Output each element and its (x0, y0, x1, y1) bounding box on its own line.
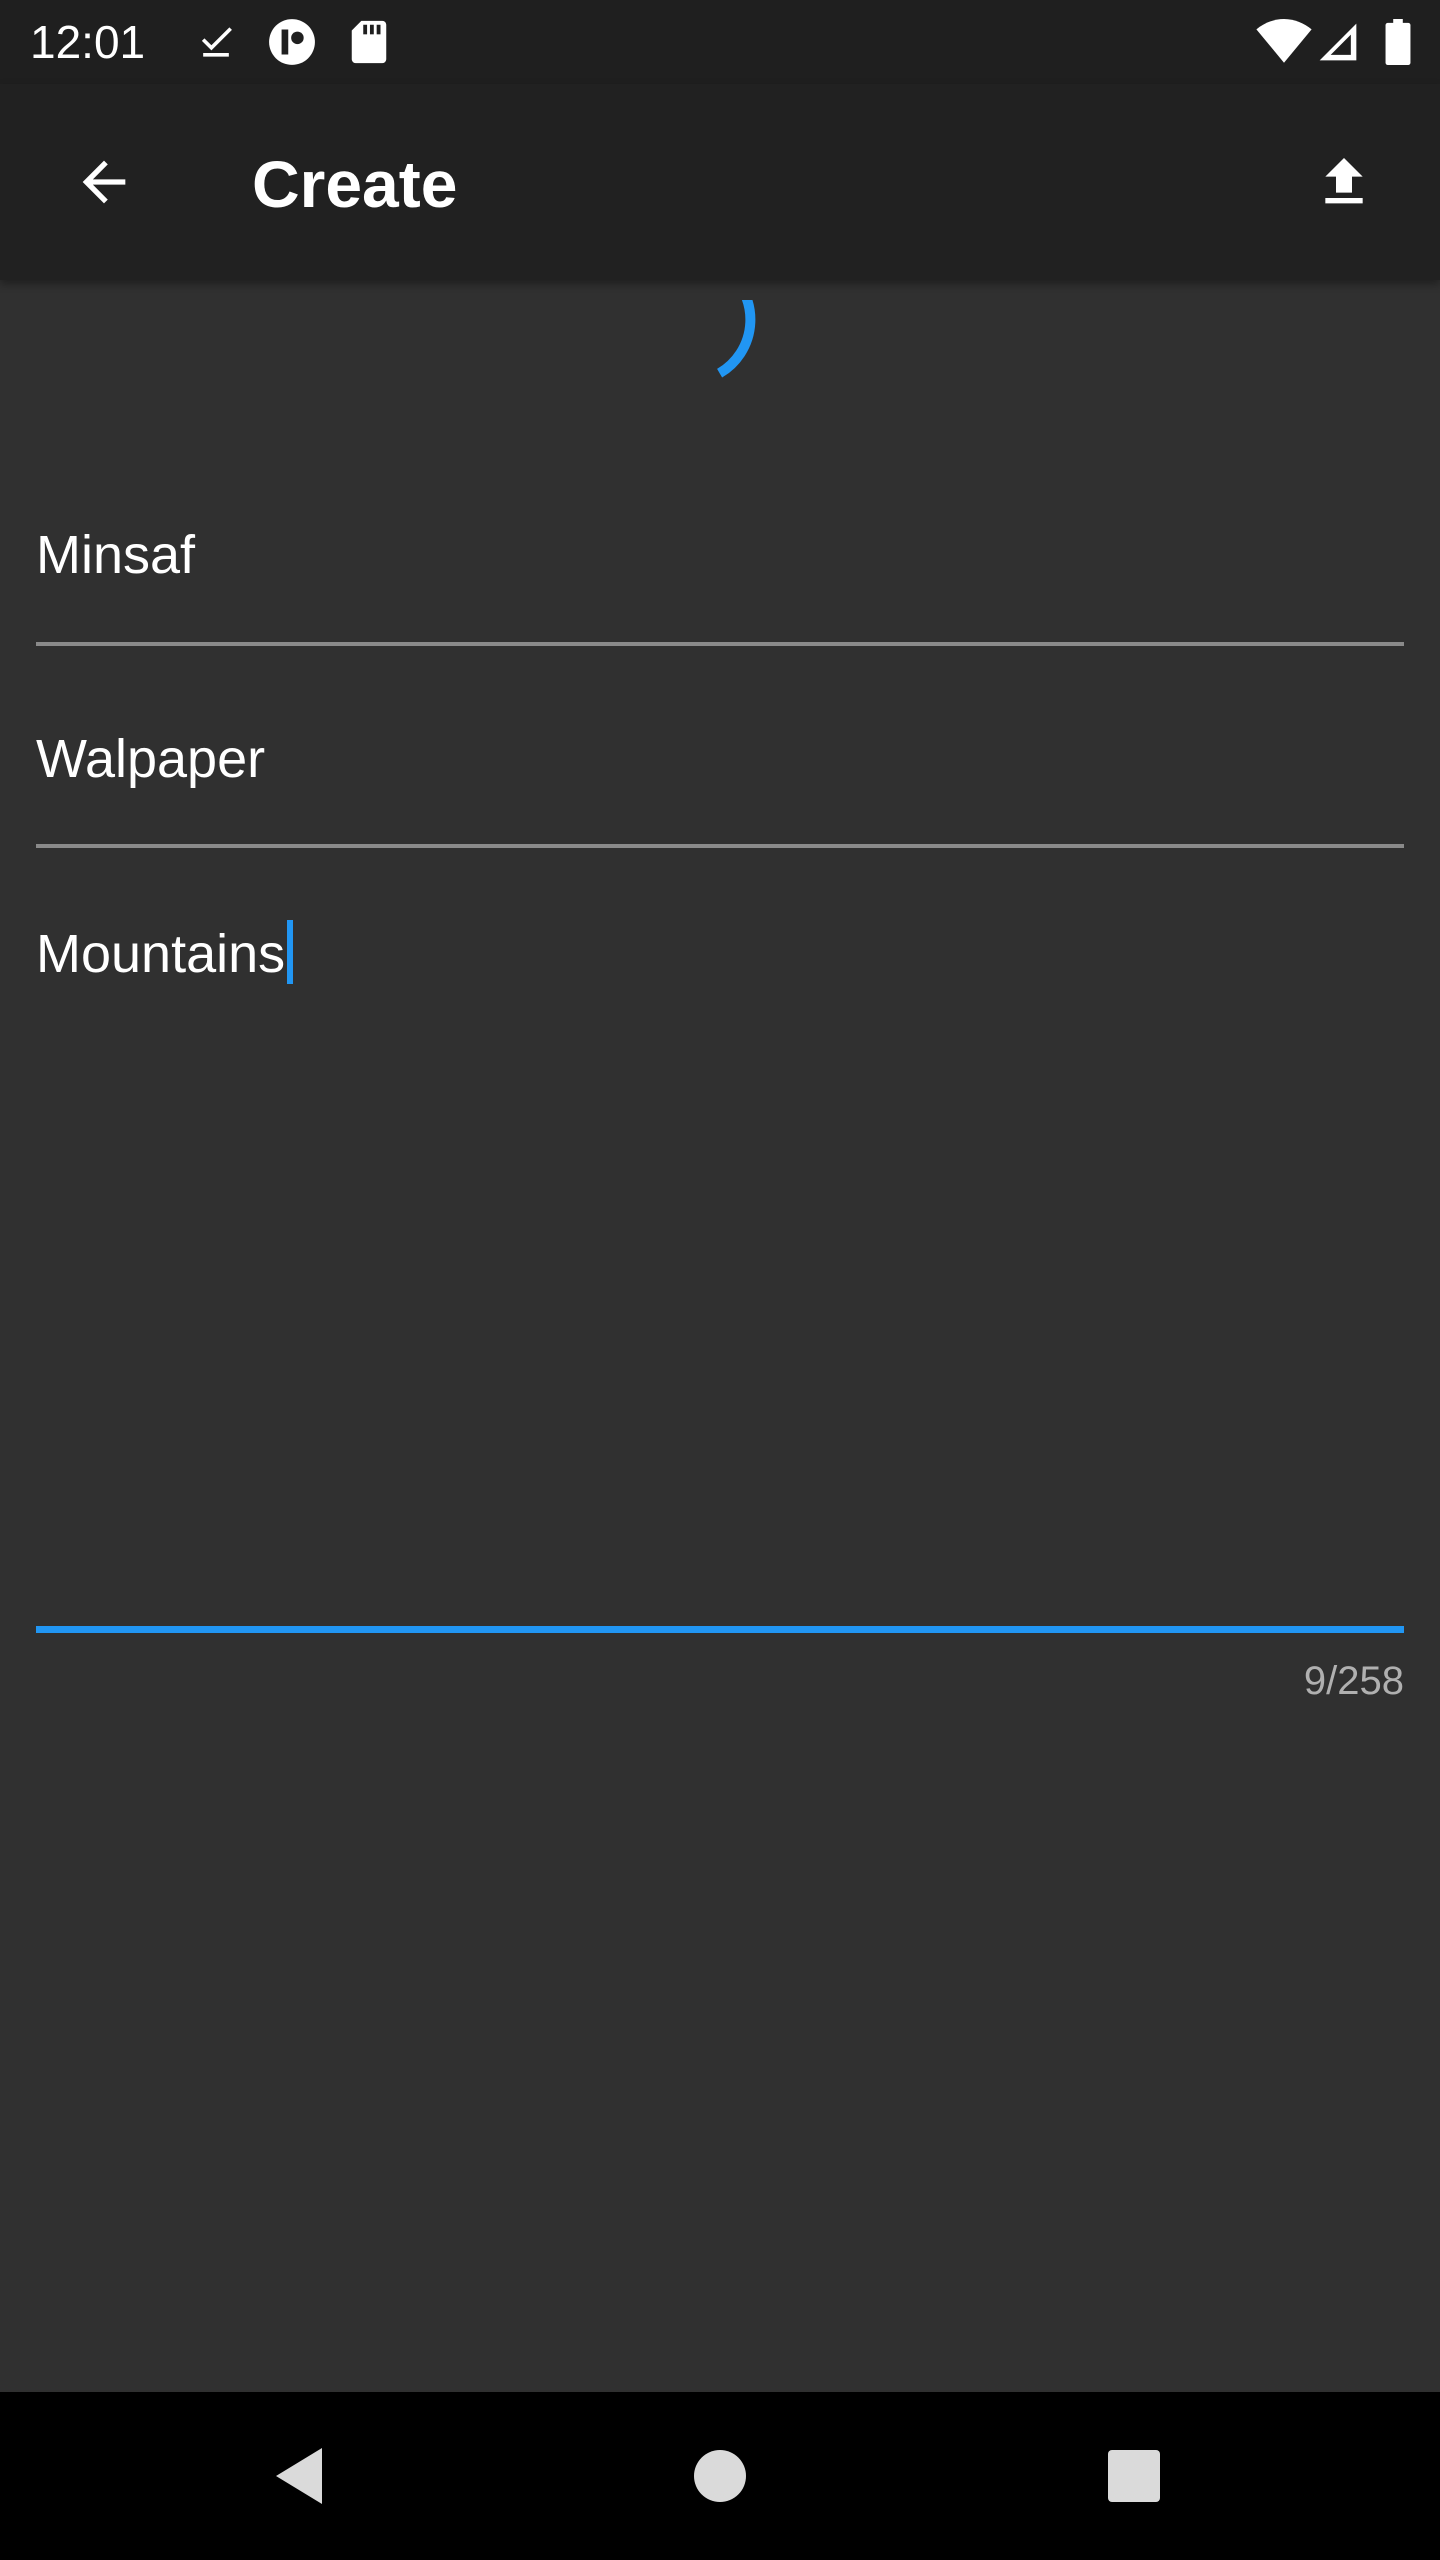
description-field-underline (36, 1626, 1404, 1633)
upload-icon (1325, 158, 1363, 204)
battery-icon (1380, 14, 1416, 70)
arrow-back-icon (82, 160, 126, 204)
status-time: 12:01 (30, 16, 146, 68)
category-field-underline (36, 844, 1404, 848)
description-field-value: Mountains (36, 924, 286, 984)
category-field[interactable]: Walpaper (36, 726, 1404, 850)
char-counter: 9/258 (1303, 1659, 1404, 1703)
nav-recents-icon (1108, 2450, 1160, 2502)
nav-recents-button[interactable] (1074, 2416, 1194, 2536)
title-field[interactable]: Minsaf (36, 522, 1404, 646)
description-field[interactable]: Mountains (36, 920, 1404, 1640)
download-done-icon (190, 14, 242, 70)
nav-back-button[interactable] (240, 2416, 360, 2536)
loading-spinner (654, 265, 794, 440)
nav-home-icon (694, 2450, 746, 2502)
nav-back-icon (276, 2448, 322, 2504)
title-field-underline (36, 642, 1404, 646)
cellular-signal-icon (1314, 14, 1362, 70)
navigation-bar (0, 2392, 1440, 2560)
back-button[interactable] (48, 126, 160, 238)
wifi-icon (1254, 14, 1314, 70)
title-field-value: Minsaf (36, 525, 196, 585)
nav-home-button[interactable] (660, 2416, 780, 2536)
upload-button[interactable] (1288, 126, 1400, 238)
category-field-value: Walpaper (36, 729, 266, 789)
cast-icon (264, 14, 320, 70)
text-caret (287, 920, 294, 984)
app-bar: Create (0, 84, 1440, 280)
page-title: Create (252, 147, 458, 221)
status-bar: 12:01 (0, 0, 1440, 84)
sd-card-icon (346, 14, 392, 70)
